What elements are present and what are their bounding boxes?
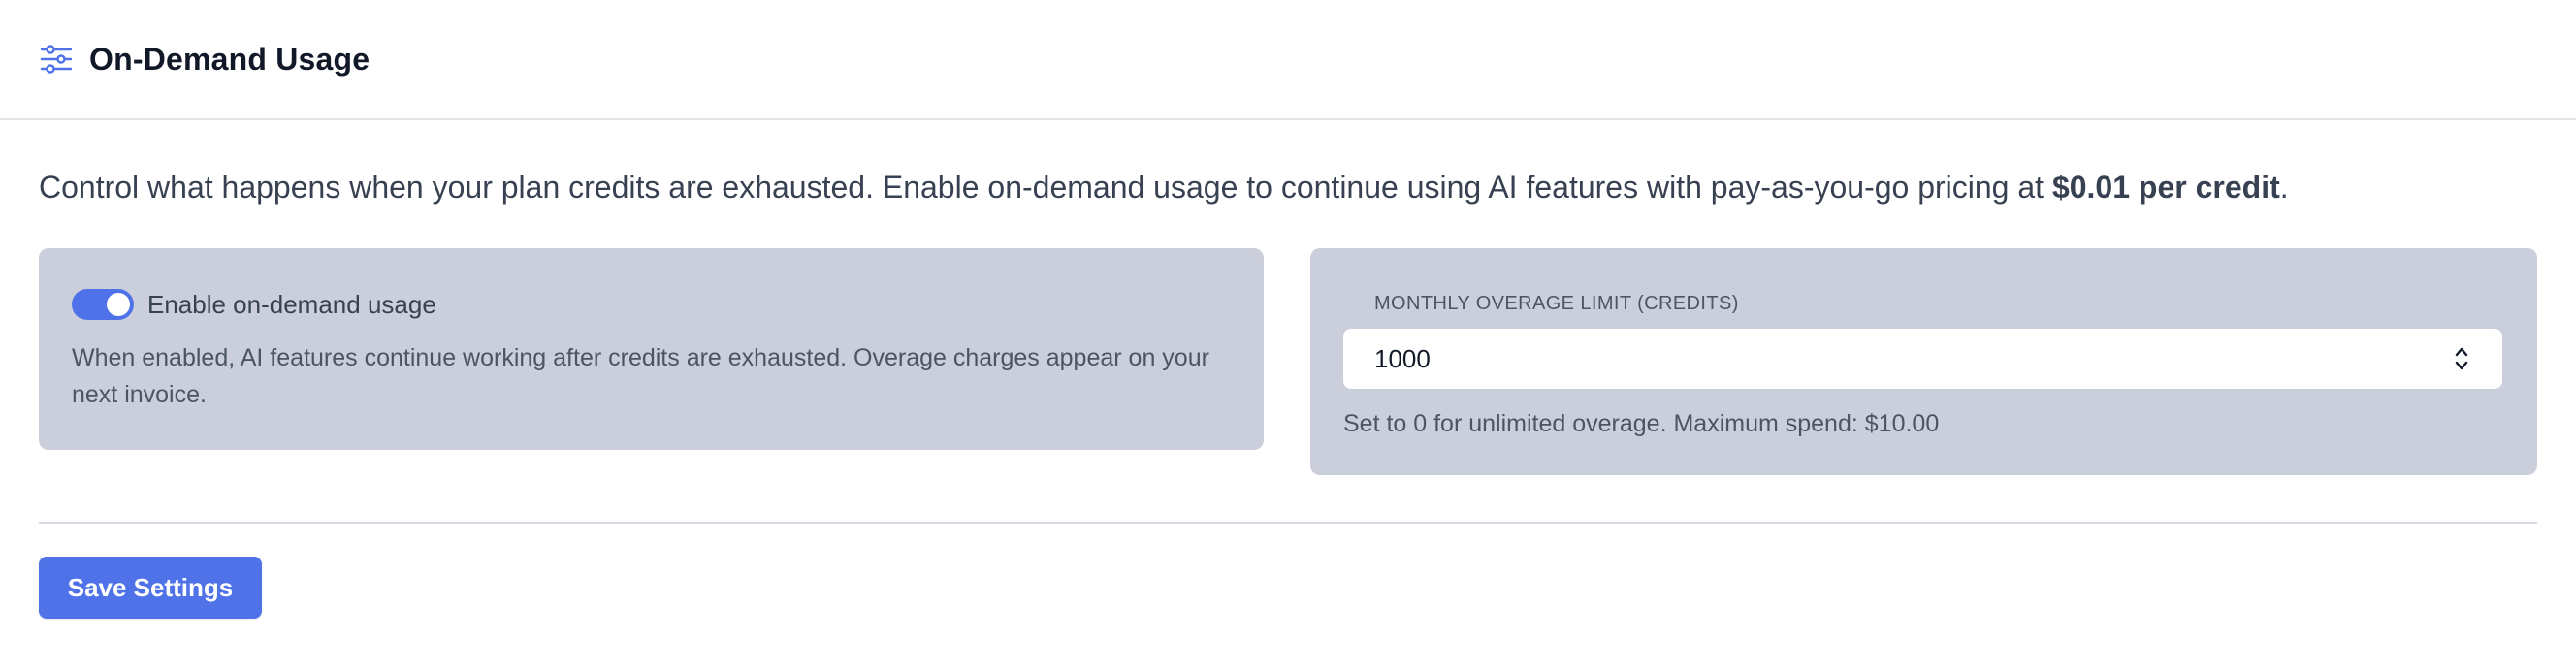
toggle-helper-text: When enabled, AI features continue worki… <box>72 344 1209 409</box>
settings-cards: Enable on-demand usage When enabled, AI … <box>39 248 2537 476</box>
sliders-icon <box>39 42 74 77</box>
overage-limit-card: Monthly Overage Limit (Credits) 1000 Set… <box>1310 248 2537 476</box>
overage-limit-value: 1000 <box>1374 343 1431 373</box>
on-demand-toggle[interactable] <box>72 289 134 321</box>
description-text: Control what happens when your plan cred… <box>39 170 2052 205</box>
price-emphasis: $0.01 per credit <box>2051 170 2280 205</box>
page-header: On-Demand Usage <box>0 0 2576 120</box>
toggle-label: Enable on-demand usage <box>147 289 436 319</box>
overage-limit-label: Monthly Overage Limit (Credits) <box>1374 293 1739 315</box>
main-content: Control what happens when your plan cred… <box>0 169 2576 620</box>
overage-limit-input[interactable]: 1000 <box>1343 329 2502 390</box>
toggle-knob <box>107 293 130 317</box>
page-description: Control what happens when your plan cred… <box>39 169 2537 206</box>
number-spinner-icon[interactable] <box>2452 344 2471 373</box>
save-settings-button[interactable]: Save Settings <box>39 557 262 620</box>
toggle-row: Enable on-demand usage <box>72 287 1231 322</box>
page-title: On-Demand Usage <box>89 41 370 77</box>
on-demand-toggle-card: Enable on-demand usage When enabled, AI … <box>39 248 1264 451</box>
section-divider <box>39 522 2537 525</box>
overage-limit-help: Set to 0 for unlimited overage. Maximum … <box>1343 410 1940 438</box>
description-suffix: . <box>2279 170 2289 205</box>
